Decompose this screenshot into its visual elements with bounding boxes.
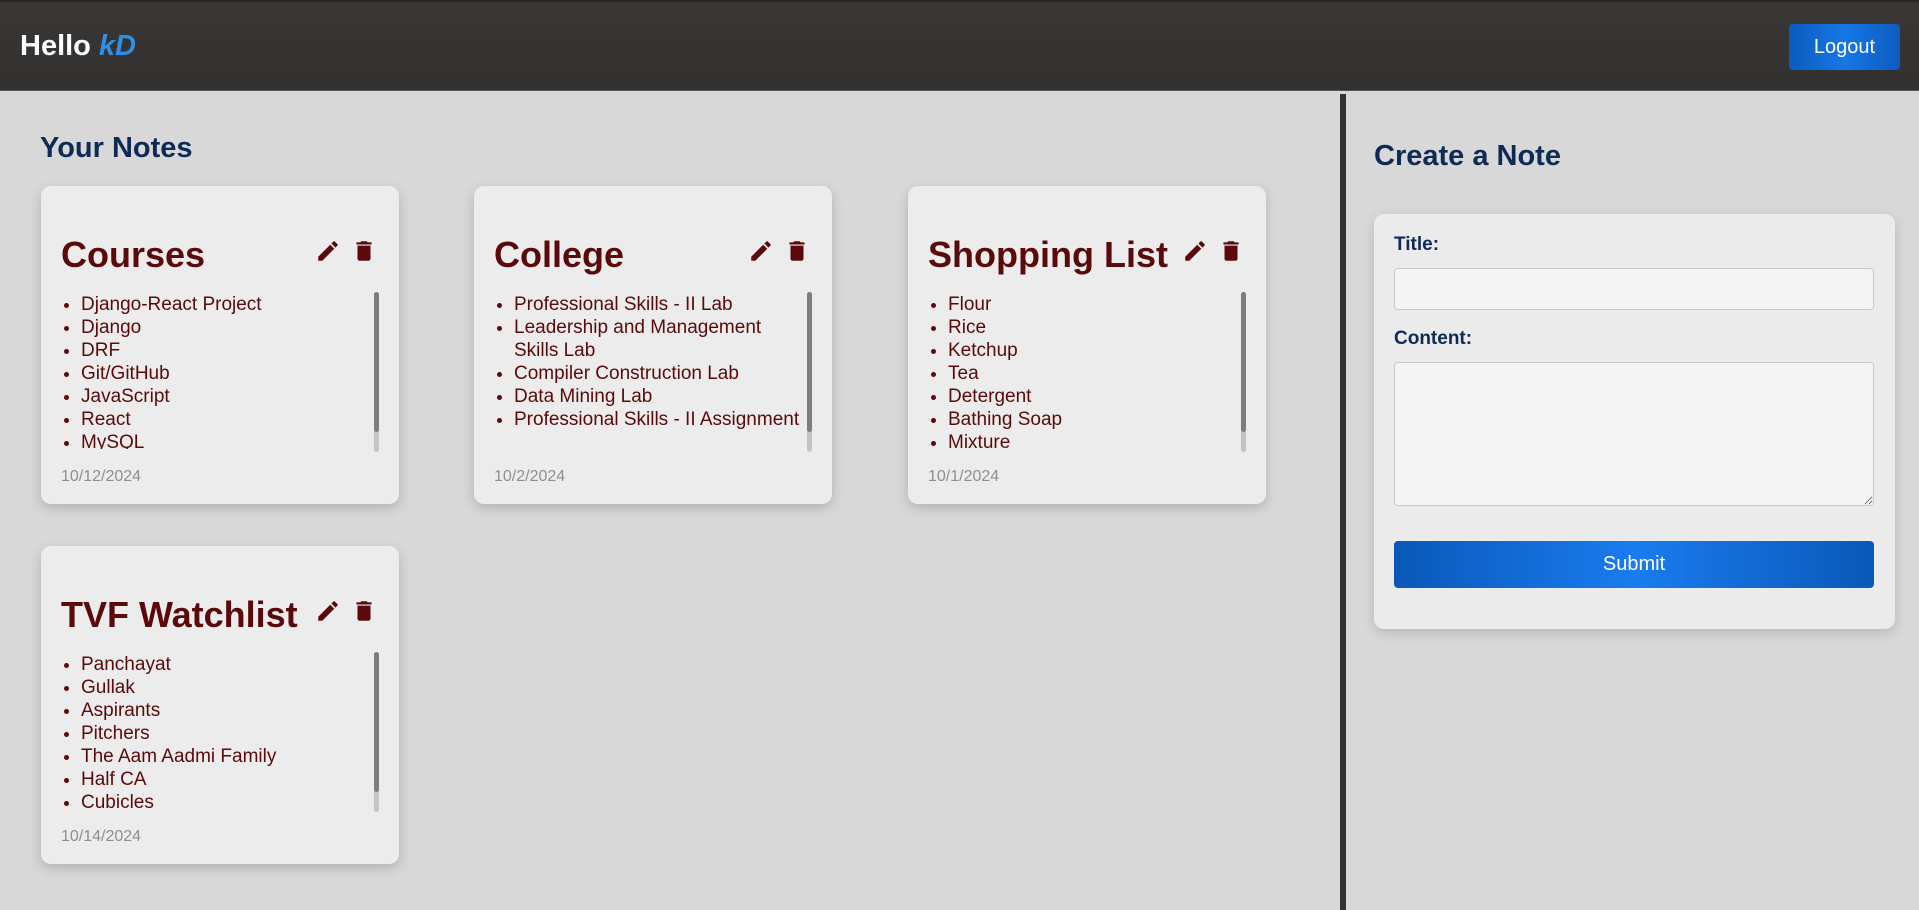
notes-section-title: Your Notes — [40, 132, 193, 164]
note-card: TVF Watchlist PanchayatGullakAspirantsPit… — [41, 546, 399, 864]
trash-icon[interactable] — [784, 238, 810, 264]
trash-icon[interactable] — [1218, 238, 1244, 264]
note-list-item: Professional Skills - II Lab — [514, 293, 804, 316]
note-title: College — [494, 234, 625, 275]
note-list-item: Panchayat — [81, 653, 371, 676]
greeting: Hello kD — [20, 30, 136, 63]
note-list-item: Mixture — [948, 431, 1238, 449]
note-content[interactable]: FlourRiceKetchupTeaDetergentBathing Soap… — [928, 293, 1238, 449]
note-list-item: Leadership and Management Skills Lab — [514, 316, 804, 362]
submit-button[interactable]: Submit — [1394, 541, 1874, 588]
pencil-icon[interactable] — [315, 238, 341, 264]
note-list-item: Django-React Project — [81, 293, 371, 316]
note-list-item: DRF — [81, 339, 371, 362]
create-note-form: Title: Content: Submit — [1374, 214, 1895, 629]
note-list-item: Professional Skills - II Assignment — [514, 408, 804, 431]
username: kD — [98, 30, 136, 62]
note-card: Courses Django-React ProjectDjangoDRFGit/… — [41, 186, 399, 504]
note-list-item: Tea — [948, 362, 1238, 385]
create-note-title: Create a Note — [1374, 140, 1561, 172]
note-list-item: React — [81, 408, 371, 431]
note-list-item: JavaScript — [81, 385, 371, 408]
note-date: 10/1/2024 — [928, 468, 1000, 485]
title-input[interactable] — [1394, 268, 1874, 310]
note-content[interactable]: PanchayatGullakAspirantsPitchersThe Aam … — [61, 653, 371, 809]
logout-button[interactable]: Logout — [1789, 24, 1900, 70]
pencil-icon[interactable] — [315, 598, 341, 624]
note-scrollbar[interactable] — [374, 652, 379, 812]
trash-icon[interactable] — [351, 238, 377, 264]
note-list-item: Git/GitHub — [81, 362, 371, 385]
note-content[interactable]: Django-React ProjectDjangoDRFGit/GitHubJ… — [61, 293, 371, 449]
note-list-item: MySQL — [81, 431, 371, 449]
note-list-item: Half CA — [81, 768, 371, 791]
panel-divider — [1340, 94, 1346, 910]
pencil-icon[interactable] — [1182, 238, 1208, 264]
note-list-item: Flour — [948, 293, 1238, 316]
content-textarea[interactable] — [1394, 362, 1874, 506]
title-label: Title: — [1394, 234, 1440, 255]
note-scrollbar[interactable] — [1241, 292, 1246, 452]
note-list-item: Aspirants — [81, 699, 371, 722]
note-list-item: The Aam Aadmi Family — [81, 745, 371, 768]
note-date: 10/14/2024 — [61, 828, 142, 845]
note-content[interactable]: Professional Skills - II LabLeadership a… — [494, 293, 804, 449]
note-list-item: Bathing Soap — [948, 408, 1238, 431]
note-list-item: Gullak — [81, 676, 371, 699]
pencil-icon[interactable] — [748, 238, 774, 264]
note-title: TVF Watchlist — [61, 594, 298, 635]
note-card: College Professional Skills - II LabLeade… — [474, 186, 832, 504]
top-navbar: Hello kD Logout — [0, 0, 1919, 91]
trash-icon[interactable] — [351, 598, 377, 624]
greeting-text: Hello — [20, 30, 91, 62]
note-date: 10/12/2024 — [61, 468, 142, 485]
note-scrollbar[interactable] — [807, 292, 812, 452]
note-list-item: Django — [81, 316, 371, 339]
note-list-item: Data Mining Lab — [514, 385, 804, 408]
note-list-item: Ketchup — [948, 339, 1238, 362]
note-card: Shopping List FlourRiceKetchupTeaDetergen… — [908, 186, 1266, 504]
note-list-item: Rice — [948, 316, 1238, 339]
note-scrollbar[interactable] — [374, 292, 379, 452]
note-date: 10/2/2024 — [494, 468, 566, 485]
note-list-item: Cubicles — [81, 791, 371, 809]
note-list-item: Pitchers — [81, 722, 371, 745]
note-list-item: Compiler Construction Lab — [514, 362, 804, 385]
content-label: Content: — [1394, 328, 1473, 349]
note-title: Shopping List — [928, 234, 1168, 275]
note-list-item: Detergent — [948, 385, 1238, 408]
note-title: Courses — [61, 234, 206, 275]
